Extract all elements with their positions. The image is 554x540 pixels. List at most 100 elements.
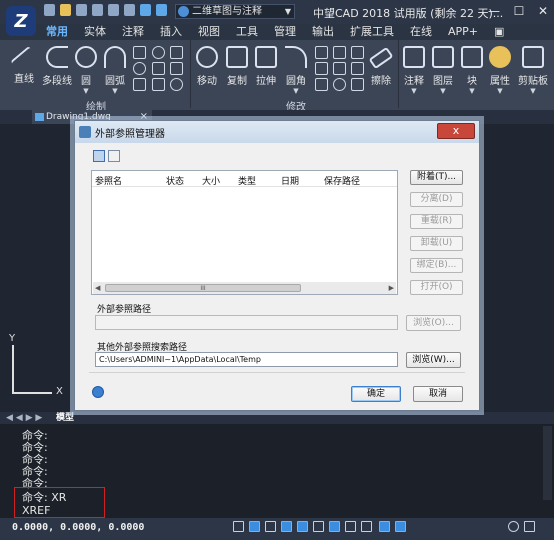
tree-view-icon[interactable] — [108, 150, 120, 162]
tab-home[interactable]: 常用 — [38, 24, 76, 40]
save-icon[interactable] — [76, 4, 87, 16]
dynamic-ucs-icon[interactable] — [329, 521, 340, 532]
settings-gear-icon[interactable] — [508, 521, 519, 532]
lineweight-icon[interactable] — [361, 521, 372, 532]
join-icon[interactable] — [351, 78, 364, 91]
maximize-icon[interactable]: ☐ — [512, 4, 526, 18]
block-tool[interactable]: 块 ▼ — [459, 46, 485, 95]
tab-view[interactable]: 视图 — [190, 24, 228, 40]
reload-button[interactable]: 重载(R) — [410, 214, 463, 229]
attach-button[interactable]: 附着(T)... — [410, 170, 463, 185]
minimize-icon[interactable]: — — [487, 4, 501, 18]
layout-nav-icon[interactable]: ◀ ◀ ▶ ▶ — [6, 412, 42, 424]
scroll-right-icon[interactable]: ▶ — [389, 282, 394, 294]
dialog-title-bar[interactable]: 外部参照管理器 x — [75, 121, 479, 143]
explode-icon[interactable] — [351, 62, 364, 75]
search-path-field[interactable]: C:\Users\ADMINI~1\AppData\Local\Temp — [95, 352, 398, 367]
circle-tool[interactable]: 圆 ▼ — [74, 46, 98, 95]
clipboard-tool[interactable]: 剪贴板 ▼ — [515, 46, 551, 95]
selection-cycling-icon[interactable] — [379, 521, 390, 532]
column-header[interactable]: 大小 — [202, 174, 220, 187]
arc-tool[interactable]: 圆弧 ▼ — [100, 46, 130, 95]
array-icon[interactable] — [315, 62, 328, 75]
cancel-button[interactable]: 取消 — [413, 386, 463, 402]
print-icon[interactable] — [108, 4, 119, 16]
donut-icon[interactable] — [170, 78, 183, 91]
properties-tool[interactable]: 属性 ▼ — [486, 46, 514, 95]
tab-model[interactable]: 模型 — [56, 412, 74, 424]
ok-button[interactable]: 确定 — [351, 386, 401, 402]
horizontal-scrollbar[interactable]: ◀ III ▶ — [93, 282, 396, 294]
tab-insert[interactable]: 插入 — [152, 24, 190, 40]
open-button[interactable]: 打开(O) — [410, 280, 463, 295]
trim-icon[interactable] — [315, 46, 328, 59]
erase-tool[interactable]: 擦除 — [368, 46, 394, 87]
save-as-icon[interactable] — [92, 4, 103, 16]
osnap-icon[interactable] — [297, 521, 308, 532]
new-file-icon[interactable] — [44, 4, 55, 16]
tab-extensions[interactable]: 扩展工具 — [342, 24, 402, 40]
rectangle-icon[interactable] — [133, 46, 146, 59]
line-tool[interactable]: 直线 — [8, 45, 40, 85]
dialog-close-button[interactable]: x — [437, 123, 475, 139]
annotation-tool[interactable]: 注释 ▼ — [401, 46, 427, 95]
scroll-left-icon[interactable]: ◀ — [95, 282, 100, 294]
boundary-icon[interactable] — [152, 62, 165, 75]
scrollbar-thumb[interactable]: III — [105, 284, 301, 292]
dynamic-input-icon[interactable] — [345, 521, 356, 532]
tab-annotate[interactable]: 注释 — [114, 24, 152, 40]
quick-properties-icon[interactable] — [395, 521, 406, 532]
spline-icon[interactable] — [152, 46, 165, 59]
workspace-select[interactable]: 二维草图与注释 ▼ — [175, 4, 295, 19]
polyline-tool[interactable]: 多段线 — [40, 46, 74, 87]
snap-mode-icon[interactable] — [233, 521, 244, 532]
scale-icon[interactable] — [333, 62, 346, 75]
polygon-icon[interactable] — [133, 78, 146, 91]
browse-found-path-button[interactable]: 浏览(O)... — [406, 315, 461, 331]
help-icon[interactable] — [92, 386, 104, 398]
rotate-icon[interactable] — [315, 78, 328, 91]
break-icon[interactable] — [333, 78, 346, 91]
column-header[interactable]: 状态 — [166, 174, 184, 187]
undo-icon[interactable] — [140, 4, 151, 16]
unload-button[interactable]: 卸载(U) — [410, 236, 463, 251]
copy-tool[interactable]: 复制 — [224, 46, 250, 87]
offset-icon[interactable] — [333, 46, 346, 59]
column-header[interactable]: 类型 — [238, 174, 256, 187]
ellipse-icon[interactable] — [133, 62, 146, 75]
tab-solid[interactable]: 实体 — [76, 24, 114, 40]
tab-tools[interactable]: 工具 — [228, 24, 266, 40]
ortho-icon[interactable] — [265, 521, 276, 532]
fullscreen-icon[interactable] — [524, 521, 535, 532]
column-header[interactable]: 日期 — [281, 174, 299, 187]
bind-button[interactable]: 绑定(B)... — [410, 258, 463, 273]
tab-output[interactable]: 输出 — [304, 24, 342, 40]
fillet-tool[interactable]: 圆角 ▼ — [283, 46, 309, 95]
layer-tool[interactable]: 图层 ▼ — [429, 46, 457, 95]
hatch-icon[interactable] — [170, 46, 183, 59]
tab-online[interactable]: 在线 — [402, 24, 440, 40]
point-icon[interactable] — [152, 78, 165, 91]
otrack-icon[interactable] — [313, 521, 324, 532]
mirror-icon[interactable] — [351, 46, 364, 59]
list-view-icon[interactable] — [93, 150, 105, 162]
app-logo[interactable]: Z — [6, 6, 36, 36]
polar-icon[interactable] — [281, 521, 292, 532]
stretch-tool[interactable]: 拉伸 — [253, 46, 279, 87]
browse-search-path-button[interactable]: 浏览(W)... — [406, 352, 461, 368]
region-icon[interactable] — [170, 62, 183, 75]
move-tool[interactable]: 移动 — [194, 46, 220, 87]
plot-preview-icon[interactable] — [124, 4, 135, 16]
tab-app-plus[interactable]: APP+ — [440, 24, 486, 40]
tab-overflow-icon[interactable]: ▣ — [486, 24, 512, 40]
redo-icon[interactable] — [156, 4, 167, 16]
open-folder-icon[interactable] — [60, 4, 71, 16]
close-icon[interactable]: ✕ — [536, 4, 550, 18]
command-scrollbar[interactable] — [543, 426, 552, 500]
grid-display-icon[interactable] — [249, 521, 260, 532]
column-header[interactable]: 保存路径 — [324, 174, 360, 187]
detach-button[interactable]: 分离(D) — [410, 192, 463, 207]
xref-list[interactable]: 参照名 状态 大小 类型 日期 保存路径 ◀ III ▶ — [91, 170, 398, 295]
column-header[interactable]: 参照名 — [95, 174, 122, 187]
tab-manage[interactable]: 管理 — [266, 24, 304, 40]
